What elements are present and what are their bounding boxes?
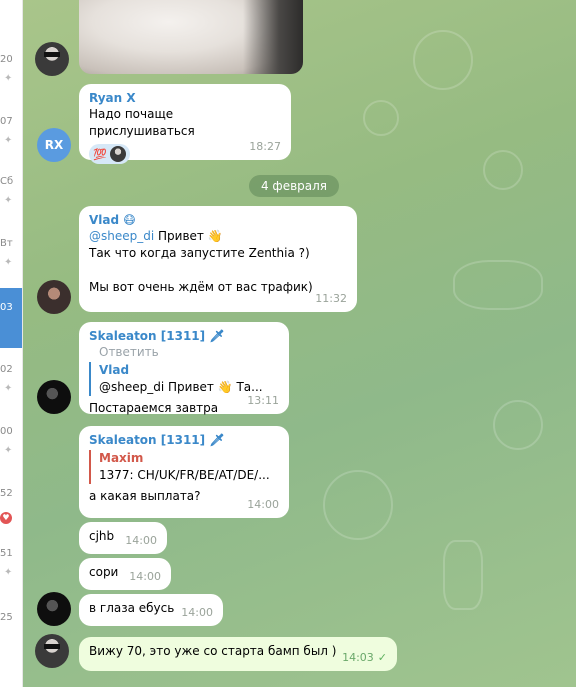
photo-attachment[interactable] [79,0,303,74]
read-check-icon: ✓ [377,651,387,664]
reply-quote[interactable]: Vlad @sheep_di Привет 👋 Та... [89,362,279,396]
message-bubble-outgoing[interactable]: Вижу 70, это уже со старта бамп был ) 14… [79,637,397,671]
sender-name[interactable]: Skaleaton [1311] 🗡 [89,432,279,448]
wallpaper-doodle [413,30,473,90]
message-time: 14:00 [125,534,157,547]
pin-icon: ✦ [4,445,13,456]
message-text: в глаза ебусь [89,601,175,615]
mention-link[interactable]: @sheep_di [89,229,154,243]
pin-icon: ✦ [4,195,13,206]
chat-list-time: Вт [0,238,13,249]
message-text: сори [89,565,119,579]
message-text: cjhb [89,529,115,543]
reply-sender: Vlad [99,363,130,377]
message-time: 13:11 [247,394,279,407]
message-line: @sheep_di Привет 👋 [89,228,347,245]
pin-icon: ✦ [4,567,13,578]
chat-list-time: 20 [0,54,13,65]
chat-list-time: Сб [0,176,14,187]
chat-list-item[interactable]: 00 ✦ [0,420,22,480]
wallpaper-doodle [443,540,483,610]
message-bubble[interactable]: Skaleaton [1311] 🗡 Maxim 1377: CH/UK/FR/… [79,426,289,518]
dagger-emoji-icon: 🗡 [209,329,225,343]
avatar[interactable] [35,634,69,668]
message-text: Привет 👋 [154,229,223,243]
message-time: 14:00 [247,498,279,511]
chat-list-item[interactable]: 07 ✦ [0,110,22,170]
message-bubble[interactable]: в глаза ебусь 14:00 [79,594,223,626]
heart-badge-icon: ♥ [0,512,12,524]
chat-list-time: 25 [0,612,13,623]
pin-icon: ✦ [4,383,13,394]
message-time: 14:00 [181,606,213,619]
reaction-badge[interactable]: 💯 [89,144,130,164]
message-time: 14:03 ✓ [342,651,387,664]
wallpaper-doodle [453,260,543,310]
chat-list-item[interactable]: 20 ✦ [0,48,22,108]
message-time: 11:32 [315,292,347,305]
chat-list-time: 07 [0,116,13,127]
sender-name-text: Skaleaton [1311] [89,329,206,343]
avatar[interactable] [37,380,71,414]
chat-list-item[interactable]: 25 [0,606,22,666]
message-bubble[interactable]: Skaleaton [1311] 🗡 Ответить Vlad @sheep_… [79,322,289,415]
sender-name-text: Vlad [89,213,120,227]
dagger-emoji-icon: 🗡 [209,433,225,447]
chat-list-time: 51 [0,548,13,559]
mask-emoji-icon: 😷 [123,213,136,227]
sender-name[interactable]: Ryan X [89,90,281,106]
avatar[interactable] [37,592,71,626]
reply-quote[interactable]: Maxim 1377: CH/UK/FR/BE/AT/DE/... [89,450,279,484]
chat-list-item[interactable]: Вт ✦ [0,232,22,292]
message-bubble[interactable]: cjhb 14:00 [79,522,167,554]
avatar[interactable] [35,42,69,76]
chat-list-time: 02 [0,364,13,375]
chat-list-time: 52 [0,488,13,499]
pin-icon: ✦ [4,135,13,146]
reply-sender: Maxim [99,451,144,465]
reaction-avatar [109,146,126,162]
pin-icon: ✦ [4,257,13,268]
wallpaper-doodle [493,400,543,450]
avatar[interactable]: RX [37,128,71,162]
message-time: 18:27 [249,140,281,153]
chat-list-item[interactable]: 51 ✦ [0,542,22,602]
hundred-emoji-icon: 💯 [93,147,107,161]
message-time: 14:00 [129,570,161,583]
sender-name-text: Skaleaton [1311] [89,433,206,447]
reply-button[interactable]: Ответить [99,345,159,359]
chat-list-sidebar[interactable]: 20 ✦ 07 ✦ Сб ✦ Вт ✦ 03 02 ✦ 00 ✦ 52 ♥ 51… [0,0,23,687]
message-line: Так что когда запустите Zenthia ?) [89,246,310,260]
chat-list-time: 03 [0,302,13,313]
chat-list-item-active[interactable]: 03 [0,288,22,348]
message-bubble[interactable]: сори 14:00 [79,558,171,590]
sender-name[interactable]: Vlad 😷 [89,212,347,228]
date-separator: 4 февраля [249,175,339,197]
message-text: Вижу 70, это уже со старта бамп был ) [89,644,337,658]
pin-icon: ✦ [4,73,13,84]
chat-list-item[interactable]: Сб ✦ [0,170,22,230]
chat-list-item[interactable]: 02 ✦ [0,358,22,418]
sender-name[interactable]: Skaleaton [1311] 🗡 Ответить [89,328,279,360]
chat-list-time: 00 [0,426,13,437]
avatar[interactable] [37,280,71,314]
reply-text: 1377: CH/UK/FR/BE/AT/DE/... [99,468,270,482]
message-bubble[interactable]: Ryan X Надо почаще прислушиваться 💯 18:2… [79,84,291,164]
chat-area[interactable]: Ryan X Надо почаще прислушиваться 💯 18:2… [23,0,576,687]
wallpaper-doodle [363,100,399,136]
message-line: Мы вот очень ждём от вас трафик) [89,280,313,294]
wallpaper-doodle [483,150,523,190]
message-bubble[interactable]: Vlad 😷 @sheep_di Привет 👋 Так что когда … [79,206,357,312]
message-text: Надо почаще прислушиваться [89,107,195,138]
wallpaper-doodle [323,470,393,540]
